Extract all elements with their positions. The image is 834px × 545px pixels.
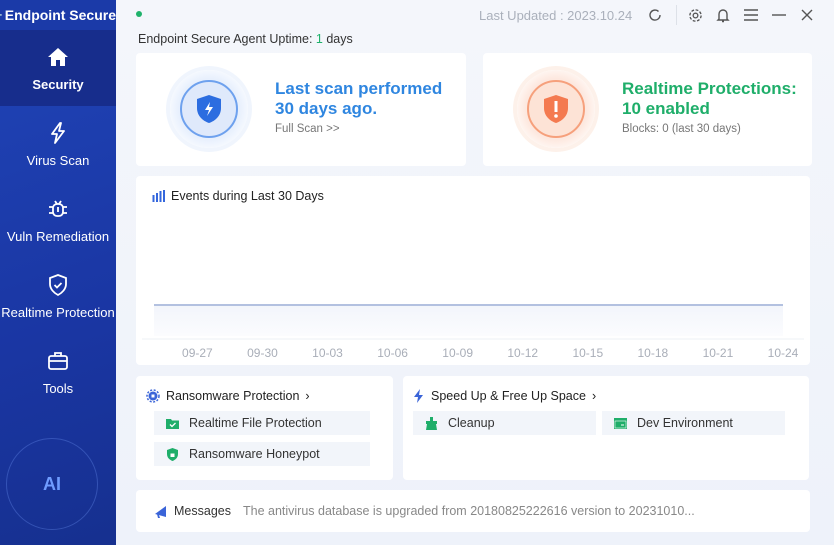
- ransomware-protection-link[interactable]: Ransomware Protection ›: [146, 389, 310, 403]
- sidebar: Endpoint Secure Security Virus Scan Vuln…: [0, 0, 116, 545]
- x-tick-label: 09-27: [182, 346, 213, 360]
- lightning-icon: [51, 121, 65, 144]
- blocks-count: Blocks: 0 (last 30 days): [622, 123, 741, 135]
- shield-lock-icon: [167, 447, 178, 461]
- protection-status-ring: [517, 70, 595, 148]
- minimize-icon: [772, 14, 786, 16]
- refresh-icon: [649, 9, 661, 21]
- home-icon: [48, 47, 68, 66]
- dev-environment-item[interactable]: Dev Environment: [602, 411, 785, 435]
- close-button[interactable]: [798, 6, 816, 24]
- realtime-protection-card: Realtime Protections: 10 enabled Blocks: …: [483, 53, 812, 166]
- ai-label: AI: [43, 473, 61, 494]
- events-chart: 09-27 09-30 10-03 10-06 10-09 10-12 10-15 10-18…: [142, 304, 804, 360]
- messages-title: Messages: [174, 504, 231, 518]
- sidebar-item-virus-scan[interactable]: Virus Scan: [0, 106, 116, 182]
- protection-status-title: Realtime Protections: 10 enabled: [622, 79, 797, 119]
- scan-status-line2: 30 days ago.: [275, 99, 378, 118]
- megaphone-icon: [155, 505, 166, 518]
- item-label: Ransomware Honeypot: [189, 447, 320, 461]
- sidebar-item-label: Tools: [42, 380, 74, 396]
- close-icon: [801, 9, 813, 21]
- main-content: Endpoint Secure Agent Uptime: 1 days Las…: [116, 0, 834, 545]
- shield-lightning-icon: [197, 95, 221, 123]
- sidebar-item-tools[interactable]: Tools: [0, 334, 116, 410]
- settings-button[interactable]: [686, 6, 704, 24]
- full-scan-link[interactable]: Full Scan >>: [275, 123, 340, 135]
- app-title: Endpoint Secure: [4, 7, 116, 23]
- menu-button[interactable]: [742, 6, 760, 24]
- chevron-right-icon: ›: [591, 389, 597, 403]
- x-tick-label: 10-06: [377, 346, 408, 360]
- uptime-value: 1: [315, 32, 323, 46]
- messages-label: Messages: [154, 504, 231, 518]
- sidebar-item-label: Vuln Remediation: [6, 228, 110, 244]
- protection-line1: Realtime Protections:: [622, 79, 797, 98]
- virus-gear-icon: [146, 389, 160, 403]
- x-tick-label: 10-24: [768, 346, 799, 360]
- toolbar-divider: [676, 5, 677, 25]
- messages-bar[interactable]: Messages The antivirus database is upgra…: [136, 490, 810, 532]
- sidebar-item-label: Realtime Protection: [1, 304, 115, 320]
- toolbox-icon: [48, 351, 68, 370]
- logo-shield-icon: [0, 14, 2, 16]
- status-dot: [136, 11, 142, 17]
- scan-status-title: Last scan performed 30 days ago.: [275, 79, 442, 119]
- latest-message: The antivirus database is upgraded from …: [242, 504, 695, 518]
- sidebar-item-vuln-remediation[interactable]: Vuln Remediation: [0, 182, 116, 258]
- scan-status-ring: [170, 70, 248, 148]
- refresh-button[interactable]: [646, 6, 664, 24]
- shield-alert-icon: [544, 95, 568, 123]
- folder-check-icon: [166, 418, 179, 429]
- last-updated: Last Updated : 2023.10.24: [479, 8, 633, 23]
- agent-uptime: Endpoint Secure Agent Uptime: 1 days: [138, 32, 353, 46]
- speed-up-link[interactable]: Speed Up & Free Up Space ›: [413, 389, 596, 403]
- menu-icon: [744, 9, 758, 21]
- chevron-right-icon: ›: [305, 389, 310, 403]
- realtime-file-protection-item[interactable]: Realtime File Protection: [154, 411, 370, 435]
- uptime-label: Endpoint Secure Agent Uptime:: [138, 32, 316, 46]
- sidebar-item-realtime-protection[interactable]: Realtime Protection: [0, 258, 116, 334]
- shield-check-icon: [49, 273, 67, 296]
- bug-icon: [49, 200, 67, 217]
- speedup-card: Speed Up & Free Up Space › Cleanup Dev En…: [403, 376, 809, 480]
- x-tick-label: 10-15: [572, 346, 603, 360]
- ransomware-title: Ransomware Protection: [166, 389, 300, 403]
- x-tick-label: 10-18: [638, 346, 669, 360]
- ransomware-card: Ransomware Protection › Realtime File Pro…: [136, 376, 393, 480]
- x-tick-label: 10-09: [442, 346, 473, 360]
- item-label: Dev Environment: [637, 416, 733, 430]
- broom-icon: [426, 416, 437, 430]
- lightning-icon: [414, 389, 423, 403]
- scan-status-line1: Last scan performed: [275, 79, 443, 98]
- sidebar-item-security[interactable]: Security: [0, 30, 116, 106]
- item-label: Realtime File Protection: [189, 416, 322, 430]
- events-chart-card: Events during Last 30 Days 09-27 09-30 10-…: [136, 176, 810, 365]
- cleanup-item[interactable]: Cleanup: [413, 411, 596, 435]
- protection-line2: 10 enabled: [622, 99, 710, 118]
- terminal-window-icon: [614, 417, 627, 429]
- uptime-unit: days: [322, 32, 353, 46]
- ai-assistant-button[interactable]: AI: [6, 438, 98, 530]
- gear-icon: [688, 8, 702, 22]
- speedup-title: Speed Up & Free Up Space: [431, 389, 586, 403]
- x-tick-label: 10-21: [703, 346, 734, 360]
- last-scan-card: Last scan performed 30 days ago. Full Sca…: [136, 53, 466, 166]
- sidebar-item-label: Security: [32, 76, 84, 92]
- notifications-button[interactable]: [714, 6, 732, 24]
- sidebar-item-label: Virus Scan: [26, 152, 90, 168]
- x-tick-label: 10-12: [507, 346, 538, 360]
- bell-icon: [716, 8, 730, 22]
- item-label: Cleanup: [448, 416, 495, 430]
- series-area: [154, 305, 783, 336]
- app-logo: Endpoint Secure: [0, 0, 116, 30]
- x-tick-label: 10-03: [312, 346, 343, 360]
- ransomware-honeypot-item[interactable]: Ransomware Honeypot: [154, 442, 370, 466]
- x-tick-label: 09-30: [247, 346, 278, 360]
- minimize-button[interactable]: [770, 6, 788, 24]
